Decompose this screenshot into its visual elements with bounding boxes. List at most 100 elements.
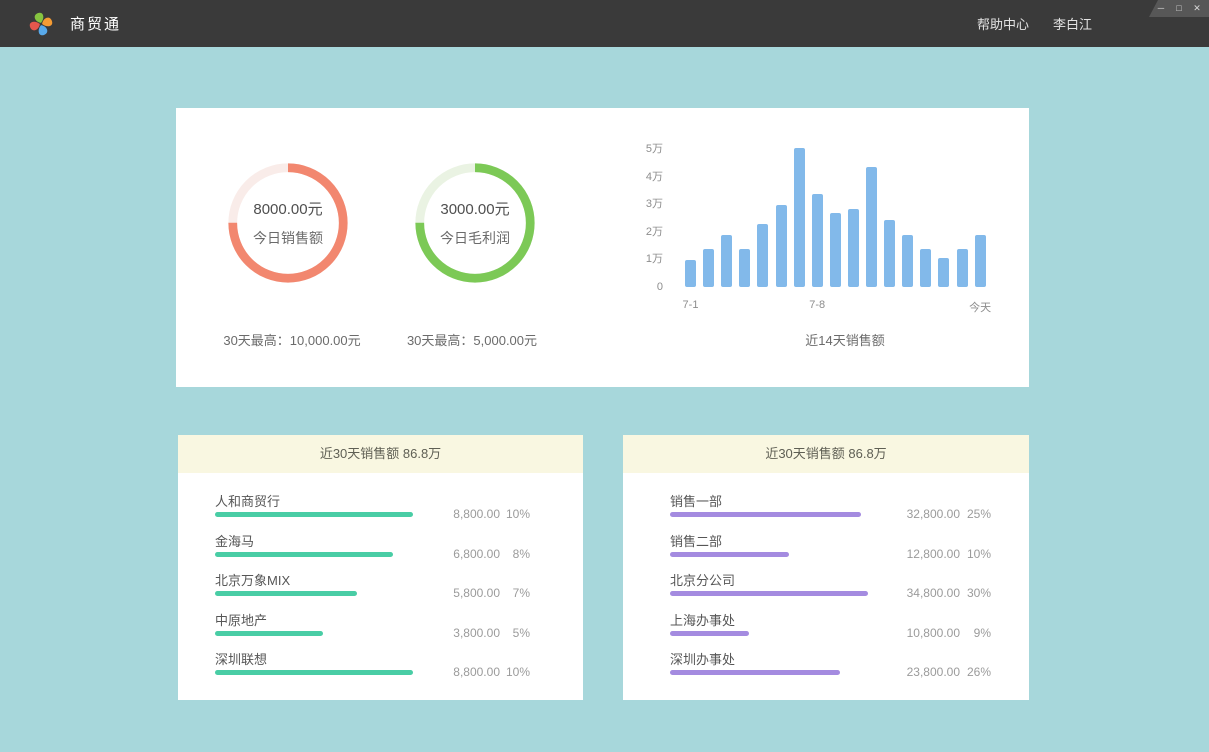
window-controls: ─ □ ✕	[1149, 0, 1209, 17]
rank-row-name: 人和商贸行	[215, 491, 280, 510]
trend-bar	[703, 249, 714, 288]
rank-value: 8,800.00	[453, 507, 500, 521]
rank-bar	[670, 512, 861, 517]
trend-bar	[957, 249, 968, 288]
rank-percent: 5%	[513, 626, 530, 640]
rank-row-name: 中原地产	[215, 610, 267, 629]
rank-percent: 9%	[974, 626, 991, 640]
rank-bar	[670, 631, 749, 636]
rank-row-name: 北京分公司	[670, 570, 735, 589]
rank-row: 人和商贸行 8,800.00 10%	[215, 487, 583, 527]
department-rank-title: 近30天销售额 86.8万	[623, 435, 1029, 473]
rank-percent: 25%	[967, 507, 991, 521]
rank-row-name: 销售一部	[670, 491, 722, 510]
logo-pinwheel-icon	[28, 11, 54, 37]
rank-bar	[215, 552, 393, 557]
rank-percent: 7%	[513, 586, 530, 600]
y-tick-label: 0	[616, 281, 663, 294]
ring-center-text: 8000.00元 今日销售额	[225, 160, 351, 286]
department-rank-list: 销售一部32,800.0025%销售二部12,800.0010%北京分公司34,…	[623, 473, 1029, 685]
trend-bar	[812, 194, 823, 288]
y-tick-label: 5万	[616, 143, 663, 156]
today-sales-ring-chart: 8000.00元 今日销售额	[225, 160, 351, 286]
x-tick-label: 今天	[969, 299, 991, 315]
rank-value: 12,800.00	[907, 547, 960, 561]
x-tick-label: 7-1	[683, 299, 699, 311]
today-profit-ring-chart: 3000.00元 今日毛利润	[412, 160, 538, 286]
today-sales-value: 8000.00元	[253, 198, 322, 219]
rank-row: 北京万象MIX5,800.007%	[215, 566, 583, 606]
trend-bar	[757, 224, 768, 287]
y-tick-label: 3万	[616, 198, 663, 211]
rank-value: 10,800.00	[907, 626, 960, 640]
rank-percent: 30%	[967, 586, 991, 600]
rank-row: 销售一部 32,800.00 25%	[670, 487, 1029, 527]
rank-bar	[670, 552, 789, 557]
rank-bar	[670, 670, 840, 675]
trend-bar	[920, 249, 931, 288]
rank-row-name: 深圳联想	[215, 649, 267, 668]
minimize-icon[interactable]: ─	[1155, 4, 1167, 13]
trend-bar	[975, 235, 986, 287]
rank-row-name: 上海办事处	[670, 610, 735, 629]
trend-bar	[902, 235, 913, 287]
rank-percent: 10%	[967, 547, 991, 561]
titlebar: 商贸通 帮助中心 李白江 ─ □ ✕	[0, 0, 1209, 47]
customer-rank-card: 近30天销售额 86.8万 人和商贸行 8,800.00 10% 金海马 6,800.0…	[178, 435, 583, 700]
kpi-card: 8000.00元 今日销售额 30天最高：10,000.00元 3000.00元…	[176, 108, 1029, 387]
rank-value: 3,800.00	[453, 626, 500, 640]
sales-trend-bar-chart: 0 1万 2万 3万 4万 5万 7-1 7-8 今天	[616, 136, 1016, 326]
customer-rank-list: 人和商贸行 8,800.00 10% 金海马 6,800.00 8% 北京万象MIX5,80…	[178, 473, 583, 685]
y-tick-label: 4万	[616, 171, 663, 184]
trend-bar	[938, 258, 949, 287]
rank-row: 深圳办事处 23,800.00 26%	[670, 645, 1029, 685]
rank-row: 深圳联想8,800.0010%	[215, 645, 583, 685]
rank-percent: 26%	[967, 665, 991, 679]
rank-value: 32,800.00	[907, 507, 960, 521]
brand-area: 商贸通	[28, 0, 121, 47]
y-tick-label: 1万	[616, 253, 663, 266]
today-profit-30day-max: 30天最高：5,000.00元	[372, 330, 572, 349]
rank-row-name: 深圳办事处	[670, 649, 735, 668]
y-tick-label: 2万	[616, 226, 663, 239]
rank-bar	[215, 631, 323, 636]
maximize-icon[interactable]: □	[1173, 4, 1185, 13]
titlebar-menu: 帮助中心 李白江	[977, 0, 1092, 47]
trend-bar	[866, 167, 877, 287]
rank-bar	[215, 512, 413, 517]
rank-value: 23,800.00	[907, 665, 960, 679]
rank-row: 北京分公司 34,800.00 30%	[670, 566, 1029, 606]
rank-row: 上海办事处 10,800.00 9%	[670, 606, 1029, 646]
today-sales-label: 今日销售额	[253, 228, 323, 248]
ring-center-text: 3000.00元 今日毛利润	[412, 160, 538, 286]
trend-bar	[848, 209, 859, 287]
trend-bar	[830, 213, 841, 287]
rank-bar	[215, 670, 413, 675]
help-center-link[interactable]: 帮助中心	[977, 14, 1029, 33]
close-icon[interactable]: ✕	[1191, 4, 1203, 13]
rank-bar	[670, 591, 868, 596]
today-profit-value: 3000.00元	[440, 198, 509, 219]
customer-rank-title: 近30天销售额 86.8万	[178, 435, 583, 473]
x-tick-label: 7-8	[809, 299, 825, 311]
rank-row: 金海马 6,800.00 8%	[215, 527, 583, 567]
rank-percent: 8%	[513, 547, 530, 561]
trend-bar	[794, 148, 805, 287]
today-profit-label: 今日毛利润	[440, 228, 510, 248]
trend-bar	[739, 249, 750, 288]
rank-row: 中原地产 3,800.00 5%	[215, 606, 583, 646]
user-menu[interactable]: 李白江	[1053, 14, 1092, 33]
rank-value: 6,800.00	[453, 547, 500, 561]
rank-bar	[215, 591, 357, 596]
rank-row-name: 北京万象MIX	[215, 570, 290, 589]
rank-value: 34,800.00	[907, 586, 960, 600]
rank-row-name: 金海马	[215, 531, 254, 550]
rank-row: 销售二部12,800.0010%	[670, 527, 1029, 567]
today-sales-30day-max: 30天最高：10,000.00元	[192, 330, 392, 349]
rank-percent: 10%	[506, 507, 530, 521]
trend-chart-title: 近14天销售额	[745, 330, 945, 349]
rank-percent: 10%	[506, 665, 530, 679]
trend-bar	[776, 205, 787, 288]
trend-bar	[721, 235, 732, 287]
department-rank-card: 近30天销售额 86.8万 销售一部32,800.0025%销售二部12,800…	[623, 435, 1029, 700]
